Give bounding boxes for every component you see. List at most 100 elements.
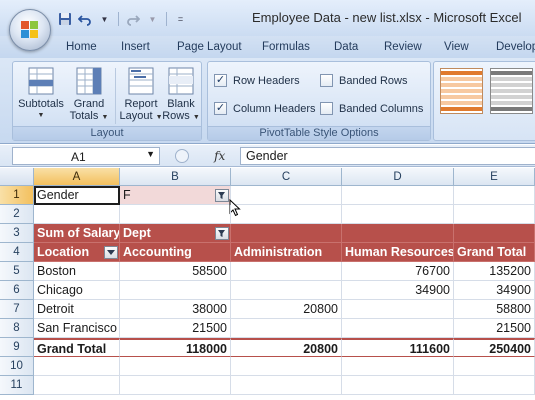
tab-formulas[interactable]: Formulas xyxy=(262,41,310,53)
customize-qat-icon[interactable]: = xyxy=(172,11,189,28)
cell-a10[interactable] xyxy=(34,357,120,376)
office-button[interactable] xyxy=(9,9,51,51)
column-header-d[interactable]: D xyxy=(342,168,454,186)
pivot-data-field-label[interactable]: Sum of Salary xyxy=(34,224,120,243)
pivot-row-item[interactable]: Chicago xyxy=(34,281,120,300)
pivot-row-item[interactable]: Detroit xyxy=(34,300,120,319)
undo-dropdown-icon[interactable]: ▼ xyxy=(96,11,113,28)
undo-icon[interactable] xyxy=(76,11,93,28)
pivot-value-cell[interactable] xyxy=(231,262,342,281)
banded-columns-checkbox[interactable] xyxy=(320,102,333,115)
pivot-column-item[interactable]: Accounting xyxy=(120,243,231,262)
pivot-value-cell[interactable] xyxy=(231,281,342,300)
cell-b2[interactable] xyxy=(120,205,231,224)
cell-d10[interactable] xyxy=(342,357,454,376)
cell-d2[interactable] xyxy=(342,205,454,224)
pivot-grand-total-label[interactable]: Grand Total xyxy=(34,338,120,357)
tab-insert[interactable]: Insert xyxy=(121,41,150,53)
cell-c1[interactable] xyxy=(231,186,342,205)
gender-filter-icon[interactable] xyxy=(215,189,229,202)
column-header-c[interactable]: C xyxy=(231,168,342,186)
pivot-column-item[interactable]: Human Resources xyxy=(342,243,454,262)
row-header[interactable]: 7 xyxy=(0,300,34,319)
pivot-grand-total-header[interactable]: Grand Total xyxy=(454,243,535,262)
expand-handle-icon[interactable] xyxy=(174,149,189,163)
blank-rows-button[interactable]: Blank Rows ▼ xyxy=(157,64,205,126)
formula-input[interactable]: Gender xyxy=(240,147,535,165)
tab-data[interactable]: Data xyxy=(334,41,358,53)
cell-c10[interactable] xyxy=(231,357,342,376)
cell-d1[interactable] xyxy=(342,186,454,205)
pivot-value-cell[interactable]: 58500 xyxy=(120,262,231,281)
row-headers-checkbox[interactable]: ✓ xyxy=(214,74,227,87)
banded-rows-checkbox[interactable] xyxy=(320,74,333,87)
pivot-value-cell[interactable] xyxy=(342,319,454,338)
cell-b10[interactable] xyxy=(120,357,231,376)
pivot-value-cell[interactable]: 76700 xyxy=(342,262,454,281)
column-header-b[interactable]: B xyxy=(120,168,231,186)
tab-developer[interactable]: Develop xyxy=(496,41,535,53)
fx-icon[interactable]: fx xyxy=(214,149,225,163)
column-header-e[interactable]: E xyxy=(454,168,535,186)
pivot-value-cell[interactable]: 135200 xyxy=(454,262,535,281)
cell-d11[interactable] xyxy=(342,376,454,395)
pivot-value-cell[interactable]: 34900 xyxy=(454,281,535,300)
pivot-row-item[interactable]: San Francisco xyxy=(34,319,120,338)
cell-c2[interactable] xyxy=(231,205,342,224)
cell-e2[interactable] xyxy=(454,205,535,224)
pivot-header-cell[interactable] xyxy=(342,224,454,243)
row-header[interactable]: 1 xyxy=(0,186,34,205)
row-header[interactable]: 9 xyxy=(0,338,34,357)
dept-filter-icon[interactable] xyxy=(215,227,229,240)
row-header[interactable]: 5 xyxy=(0,262,34,281)
tab-view[interactable]: View xyxy=(444,41,469,53)
banded-columns-option[interactable]: Banded Columns xyxy=(320,102,423,115)
row-header[interactable]: 4 xyxy=(0,243,34,262)
cell-e11[interactable] xyxy=(454,376,535,395)
pivot-total-cell[interactable]: 118000 xyxy=(120,338,231,357)
row-header[interactable]: 11 xyxy=(0,376,34,395)
pivot-value-cell[interactable]: 58800 xyxy=(454,300,535,319)
pivot-value-cell[interactable]: 38000 xyxy=(120,300,231,319)
pivot-style-thumbnail[interactable] xyxy=(490,68,533,114)
cell-a1[interactable]: Gender xyxy=(34,186,120,205)
select-all-corner[interactable] xyxy=(0,168,34,186)
pivot-value-cell[interactable] xyxy=(231,319,342,338)
subtotals-button[interactable]: Subtotals ▼ xyxy=(17,64,65,126)
row-header[interactable]: 6 xyxy=(0,281,34,300)
pivot-total-cell[interactable]: 20800 xyxy=(231,338,342,357)
save-icon[interactable] xyxy=(56,11,73,28)
cell-c11[interactable] xyxy=(231,376,342,395)
tab-review[interactable]: Review xyxy=(384,41,422,53)
column-header-a[interactable]: A xyxy=(34,168,120,186)
pivot-total-cell[interactable]: 111600 xyxy=(342,338,454,357)
cell-a11[interactable] xyxy=(34,376,120,395)
pivot-value-cell[interactable]: 21500 xyxy=(454,319,535,338)
name-box-dropdown-icon[interactable]: ▼ xyxy=(146,149,155,159)
pivot-header-cell[interactable] xyxy=(454,224,535,243)
row-headers-option[interactable]: ✓ Row Headers xyxy=(214,74,300,87)
row-header[interactable]: 10 xyxy=(0,357,34,376)
row-header[interactable]: 8 xyxy=(0,319,34,338)
column-headers-checkbox[interactable]: ✓ xyxy=(214,102,227,115)
name-box[interactable]: A1 ▼ xyxy=(12,147,160,165)
pivot-column-item[interactable]: Administration xyxy=(231,243,342,262)
column-headers-option[interactable]: ✓ Column Headers xyxy=(214,102,316,115)
row-header[interactable]: 3 xyxy=(0,224,34,243)
grand-totals-button[interactable]: Grand Totals ▼ xyxy=(65,64,113,126)
pivot-row-item[interactable]: Boston xyxy=(34,262,120,281)
tab-page-layout[interactable]: Page Layout xyxy=(177,41,242,53)
pivot-value-cell[interactable]: 34900 xyxy=(342,281,454,300)
tab-home[interactable]: Home xyxy=(66,41,97,53)
pivot-value-cell[interactable]: 21500 xyxy=(120,319,231,338)
row-header[interactable]: 2 xyxy=(0,205,34,224)
cell-a2[interactable] xyxy=(34,205,120,224)
pivot-header-cell[interactable] xyxy=(231,224,342,243)
pivot-value-cell[interactable]: 20800 xyxy=(231,300,342,319)
cell-b11[interactable] xyxy=(120,376,231,395)
redo-icon[interactable] xyxy=(124,11,141,28)
pivot-style-thumbnail[interactable] xyxy=(440,68,483,114)
pivot-total-cell[interactable]: 250400 xyxy=(454,338,535,357)
banded-rows-option[interactable]: Banded Rows xyxy=(320,74,408,87)
pivot-value-cell[interactable] xyxy=(120,281,231,300)
